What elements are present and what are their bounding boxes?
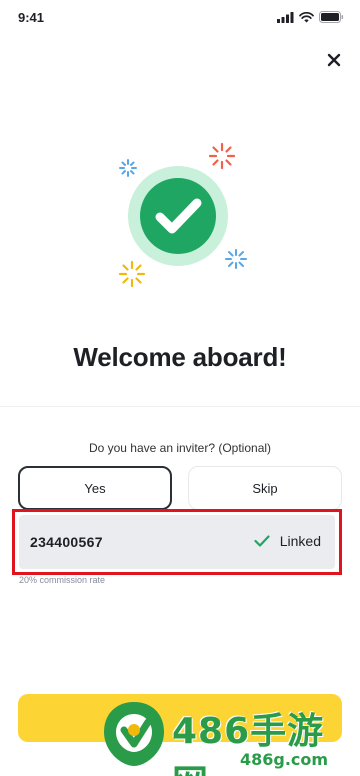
linked-label: Linked	[279, 533, 321, 549]
status-icons	[277, 11, 344, 23]
close-button[interactable]	[322, 48, 346, 72]
inviter-code-value: 234400567	[30, 534, 103, 550]
status-time: 9:41	[18, 10, 45, 25]
checkmark-circle-icon	[140, 178, 216, 254]
yes-button[interactable]: Yes	[18, 466, 172, 510]
page-title: Welcome aboard!	[73, 342, 287, 372]
sparkle-icon	[118, 260, 146, 288]
battery-icon	[319, 11, 344, 23]
close-icon	[327, 53, 341, 67]
check-icon	[254, 535, 270, 547]
sparkle-icon	[208, 142, 236, 170]
section-divider	[0, 406, 360, 407]
status-bar: 9:41	[0, 0, 360, 36]
inviter-code-field[interactable]: 234400567 Linked	[19, 515, 335, 569]
signal-icon	[277, 11, 294, 23]
inviter-question: Do you have an inviter? (Optional)	[88, 441, 272, 455]
skip-button[interactable]: Skip	[188, 466, 342, 510]
wifi-icon	[299, 11, 314, 22]
linked-status: Linked	[254, 533, 321, 549]
watermark-logo-icon	[104, 702, 164, 766]
success-illustration	[110, 138, 250, 298]
sparkle-icon	[225, 249, 247, 269]
commission-note: 20% commission rate	[19, 575, 106, 585]
watermark: 486手游网 486g.com	[100, 696, 360, 776]
sparkle-icon	[119, 159, 137, 177]
watermark-url: 486g.com	[240, 750, 329, 769]
